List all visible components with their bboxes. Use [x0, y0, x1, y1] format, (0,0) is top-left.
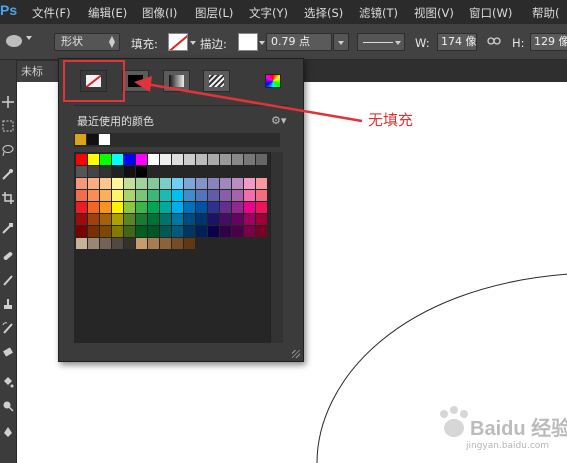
- watermark-url: jingyan.baidu.com: [466, 441, 550, 451]
- annotation-label: 无填充: [368, 111, 414, 129]
- annotation-arrow: [134, 76, 363, 123]
- watermark-text: Baidu 经验: [470, 418, 567, 440]
